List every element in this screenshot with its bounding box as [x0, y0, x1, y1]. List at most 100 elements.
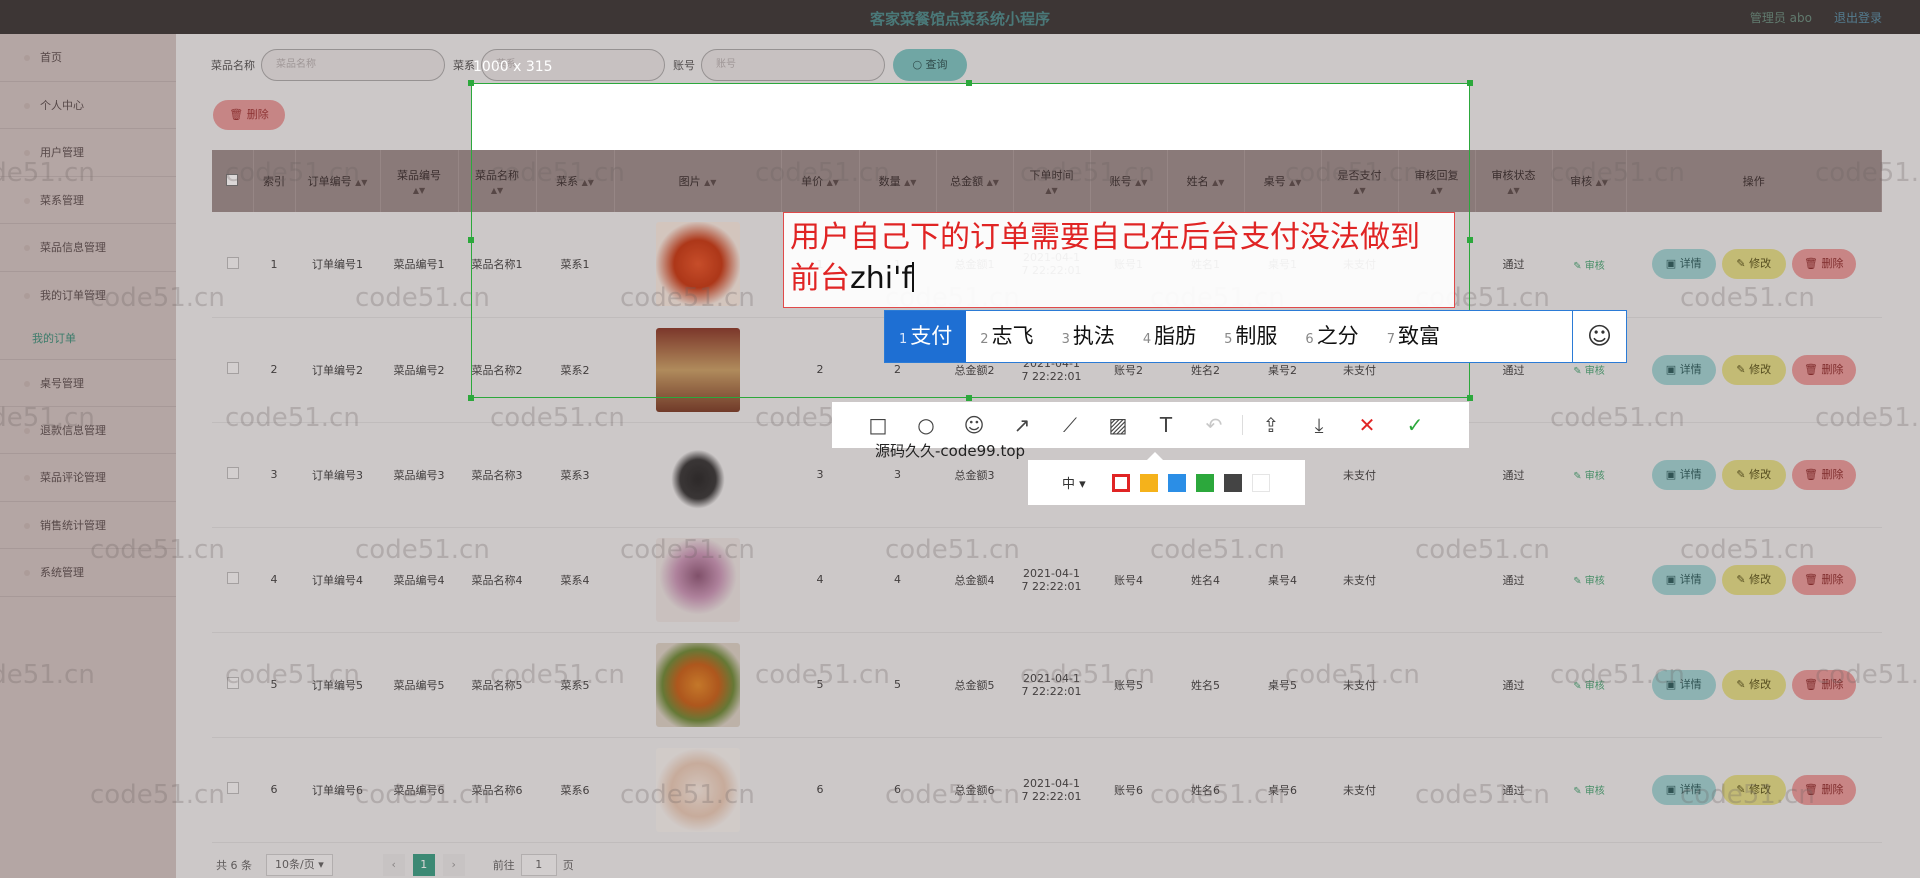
resize-handle-e[interactable]	[1467, 237, 1473, 243]
search-button[interactable]: ○ 查询	[893, 49, 967, 81]
delete-button[interactable]: 🗑 删除	[1791, 774, 1856, 805]
download-icon[interactable]: ⤓	[1295, 413, 1343, 437]
goto-input[interactable]: 1	[520, 854, 557, 876]
share-icon[interactable]: ⇪	[1247, 413, 1295, 437]
detail-button[interactable]: ▣ 详情	[1651, 459, 1716, 490]
page-1-button[interactable]: 1	[412, 854, 435, 876]
audit-link[interactable]: ✎ 审核	[1573, 261, 1605, 272]
page-size-select[interactable]: 10条/页 ▾	[266, 854, 333, 876]
row-checkbox[interactable]	[212, 317, 253, 423]
cell-audit[interactable]: ✎ 审核	[1552, 422, 1626, 528]
rectangle-tool-icon[interactable]: □	[854, 413, 902, 437]
dish-name-input[interactable]: 菜品名称	[261, 49, 445, 81]
emoji-tool-icon[interactable]: ☺	[950, 413, 998, 437]
detail-button[interactable]: ▣ 详情	[1651, 249, 1716, 280]
ime-candidate-3[interactable]: 3 执法	[1048, 311, 1129, 362]
text-tool-icon[interactable]: T	[1142, 413, 1190, 437]
ime-candidate-2[interactable]: 2 志飞	[966, 311, 1047, 362]
edit-button[interactable]: ✎ 修改	[1721, 669, 1786, 700]
sidebar-item-refunds[interactable]: 退款信息管理	[0, 407, 176, 454]
prev-page-button[interactable]: ‹	[382, 854, 405, 876]
ime-candidate-7[interactable]: 7 致富	[1373, 311, 1454, 362]
edit-button[interactable]: ✎ 修改	[1721, 774, 1786, 805]
sidebar-item-dishes[interactable]: 菜品信息管理	[0, 224, 176, 272]
mosaic-tool-icon[interactable]: ▨	[1094, 413, 1142, 437]
ellipse-tool-icon[interactable]: ○	[902, 413, 950, 437]
pen-tool-icon[interactable]: ⟋	[1046, 413, 1094, 437]
emoji-icon[interactable]: ☺	[1572, 311, 1626, 362]
account-input[interactable]: 账号	[701, 49, 885, 81]
sidebar-item-stats[interactable]: 销售统计管理	[0, 502, 176, 549]
row-checkbox[interactable]	[212, 632, 253, 738]
sidebar-item-system[interactable]: 系统管理	[0, 549, 176, 597]
cell-audit[interactable]: ✎ 审核	[1552, 527, 1626, 633]
resize-handle-nw[interactable]	[468, 80, 474, 86]
delete-button[interactable]: 🗑 删除	[1791, 249, 1856, 280]
color-swatch-blue[interactable]	[1167, 473, 1186, 492]
audit-link[interactable]: ✎ 审核	[1573, 366, 1605, 377]
edit-button[interactable]: ✎ 修改	[1721, 564, 1786, 595]
row-checkbox[interactable]	[212, 422, 253, 528]
resize-handle-n[interactable]	[966, 80, 972, 86]
confirm-icon[interactable]: ✓	[1391, 413, 1439, 437]
color-swatch-red[interactable]	[1111, 473, 1130, 492]
cell-audit[interactable]: ✎ 审核	[1552, 632, 1626, 738]
select-all-checkbox[interactable]	[212, 150, 254, 212]
cancel-icon[interactable]: ✕	[1343, 413, 1391, 437]
resize-handle-w[interactable]	[468, 237, 474, 243]
cell-audit[interactable]: ✎ 审核	[1552, 212, 1626, 318]
detail-button[interactable]: ▣ 详情	[1651, 669, 1716, 700]
delete-button[interactable]: 🗑 删除	[1791, 564, 1856, 595]
sidebar-item-comments[interactable]: 菜品评论管理	[0, 454, 176, 502]
detail-button[interactable]: ▣ 详情	[1651, 354, 1716, 385]
resize-handle-sw[interactable]	[468, 395, 474, 401]
logout-link[interactable]: 退出登录	[1834, 9, 1882, 26]
audit-link[interactable]: ✎ 审核	[1573, 786, 1605, 797]
edit-button[interactable]: ✎ 修改	[1721, 354, 1786, 385]
delete-button[interactable]: 🗑 删除	[1791, 459, 1856, 490]
col-order-no[interactable]: 订单编号 ▲▼	[295, 150, 381, 212]
row-checkbox[interactable]	[212, 212, 253, 318]
sidebar-item-tables[interactable]: 桌号管理	[0, 359, 176, 407]
next-page-button[interactable]: ›	[442, 854, 465, 876]
col-index[interactable]: 索引	[253, 150, 296, 212]
row-checkbox[interactable]	[212, 527, 253, 633]
audit-link[interactable]: ✎ 审核	[1573, 681, 1605, 692]
audit-link[interactable]: ✎ 审核	[1573, 471, 1605, 482]
audit-link[interactable]: ✎ 审核	[1573, 576, 1605, 587]
delete-button[interactable]: 🗑 删除	[1791, 669, 1856, 700]
col-status[interactable]: 审核状态 ▲▼	[1475, 150, 1553, 212]
ime-candidate-5[interactable]: 5 制服	[1210, 311, 1291, 362]
cell-audit[interactable]: ✎ 审核	[1552, 737, 1626, 843]
sidebar-item-home[interactable]: 首页	[0, 34, 176, 82]
batch-delete-button[interactable]: 🗑 删除	[213, 100, 285, 130]
delete-button[interactable]: 🗑 删除	[1791, 354, 1856, 385]
text-annotation-box[interactable]: 用户自己下的订单需要自己在后台支付没法做到前台zhi'f	[783, 212, 1455, 308]
sidebar-item-orders[interactable]: 我的订单管理	[0, 272, 176, 320]
ime-candidate-1[interactable]: 1 支付	[885, 311, 967, 362]
color-swatch-white[interactable]	[1251, 473, 1270, 492]
cell-actions: ▣ 详情 ✎ 修改 🗑 删除	[1626, 632, 1882, 738]
sidebar-item-cuisines[interactable]: 菜系管理	[0, 177, 176, 224]
resize-handle-se[interactable]	[1467, 395, 1473, 401]
row-checkbox[interactable]	[212, 737, 253, 843]
col-audit[interactable]: 审核 ▲▼	[1552, 150, 1627, 212]
color-swatch-gray[interactable]	[1223, 473, 1242, 492]
detail-button[interactable]: ▣ 详情	[1651, 564, 1716, 595]
ime-candidate-6[interactable]: 6 之分	[1291, 311, 1372, 362]
font-size-select[interactable]: 中 ▾	[1062, 473, 1086, 492]
color-swatch-yellow[interactable]	[1139, 473, 1158, 492]
edit-button[interactable]: ✎ 修改	[1721, 249, 1786, 280]
sidebar-item-profile[interactable]: 个人中心	[0, 82, 176, 129]
color-swatch-green[interactable]	[1195, 473, 1214, 492]
col-dish-code[interactable]: 菜品编号 ▲▼	[380, 150, 459, 212]
detail-button[interactable]: ▣ 详情	[1651, 774, 1716, 805]
arrow-tool-icon[interactable]: ↗	[998, 413, 1046, 437]
edit-button[interactable]: ✎ 修改	[1721, 459, 1786, 490]
resize-handle-s[interactable]	[966, 395, 972, 401]
resize-handle-ne[interactable]	[1467, 80, 1473, 86]
sidebar-subitem-my-orders[interactable]: 我的订单	[0, 319, 176, 359]
ime-candidate-4[interactable]: 4 脂肪	[1129, 311, 1210, 362]
undo-icon[interactable]: ↶	[1190, 413, 1238, 437]
sidebar-item-users[interactable]: 用户管理	[0, 129, 176, 177]
